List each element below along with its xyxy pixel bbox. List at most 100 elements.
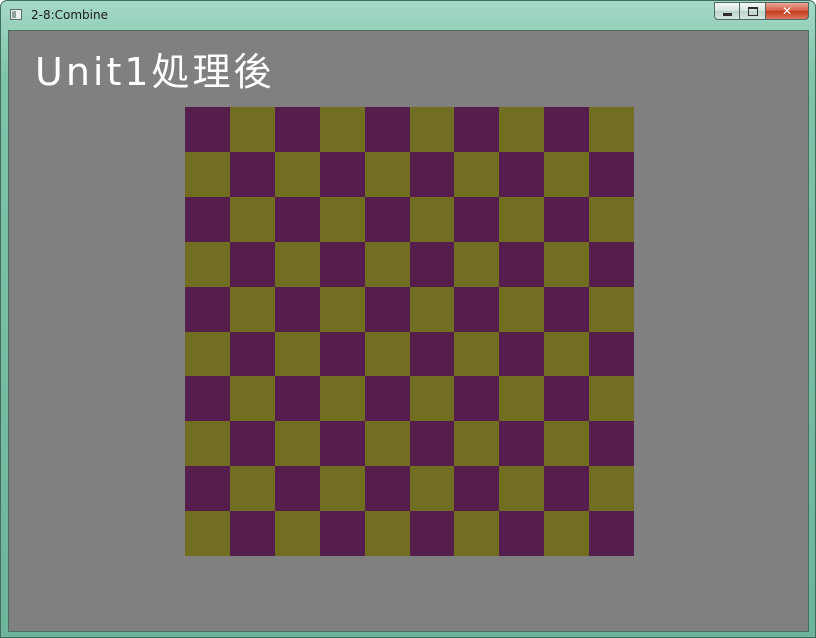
checker-cell bbox=[229, 241, 275, 287]
checker-cell bbox=[499, 331, 545, 377]
checker-cell bbox=[499, 196, 545, 242]
checker-cell bbox=[319, 196, 365, 242]
checker-cell bbox=[364, 511, 410, 556]
checker-cell bbox=[185, 466, 230, 512]
checker-cell bbox=[409, 151, 455, 197]
render-viewport[interactable]: Unit1処理後 bbox=[8, 30, 809, 632]
checker-cell bbox=[274, 241, 320, 287]
checker-cell bbox=[274, 286, 320, 332]
checker-cell bbox=[319, 376, 365, 422]
checker-cell bbox=[589, 376, 634, 422]
checker-cell bbox=[185, 241, 230, 287]
close-button[interactable]: ✕ bbox=[766, 2, 809, 20]
checker-cell bbox=[364, 421, 410, 467]
overlay-label: Unit1処理後 bbox=[35, 50, 275, 94]
checker-cell bbox=[589, 511, 634, 556]
checker-cell bbox=[454, 421, 500, 467]
checker-cell bbox=[544, 421, 590, 467]
checker-cell bbox=[274, 151, 320, 197]
window-title: 2-8:Combine bbox=[31, 8, 108, 22]
checker-cell bbox=[454, 466, 500, 512]
title-bar[interactable]: 2-8:Combine ✕ bbox=[1, 1, 815, 29]
minimize-icon bbox=[722, 12, 732, 16]
checker-cell bbox=[364, 241, 410, 287]
checker-cell bbox=[409, 107, 455, 152]
checker-cell bbox=[229, 466, 275, 512]
checker-cell bbox=[544, 376, 590, 422]
checker-cell bbox=[499, 107, 545, 152]
checker-cell bbox=[229, 511, 275, 556]
checker-cell bbox=[589, 331, 634, 377]
checker-cell bbox=[499, 466, 545, 512]
checker-cell bbox=[544, 196, 590, 242]
checker-cell bbox=[185, 511, 230, 556]
checker-cell bbox=[454, 151, 500, 197]
checker-cell bbox=[454, 286, 500, 332]
checker-cell bbox=[229, 421, 275, 467]
checker-cell bbox=[274, 466, 320, 512]
checker-cell bbox=[409, 331, 455, 377]
checker-cell bbox=[364, 286, 410, 332]
caption-buttons: ✕ bbox=[714, 2, 809, 21]
checker-cell bbox=[589, 196, 634, 242]
checker-cell bbox=[544, 241, 590, 287]
checker-cell bbox=[185, 107, 230, 152]
minimize-button[interactable] bbox=[714, 2, 740, 20]
checker-cell bbox=[499, 376, 545, 422]
checker-cell bbox=[319, 107, 365, 152]
checker-cell bbox=[454, 376, 500, 422]
checker-cell bbox=[454, 511, 500, 556]
checker-cell bbox=[409, 286, 455, 332]
checker-cell bbox=[589, 151, 634, 197]
checker-cell bbox=[589, 107, 634, 152]
checker-cell bbox=[229, 107, 275, 152]
checker-cell bbox=[454, 107, 500, 152]
checker-cell bbox=[499, 286, 545, 332]
app-icon[interactable] bbox=[10, 9, 22, 20]
checker-cell bbox=[274, 331, 320, 377]
checker-cell bbox=[185, 376, 230, 422]
checker-cell bbox=[589, 241, 634, 287]
checker-cell bbox=[364, 466, 410, 512]
checker-cell bbox=[229, 196, 275, 242]
checker-cell bbox=[499, 421, 545, 467]
checker-cell bbox=[364, 151, 410, 197]
checker-cell bbox=[589, 421, 634, 467]
checker-cell bbox=[454, 331, 500, 377]
checker-cell bbox=[364, 331, 410, 377]
checker-cell bbox=[319, 511, 365, 556]
checker-cell bbox=[364, 376, 410, 422]
checker-cell bbox=[499, 511, 545, 556]
checker-cell bbox=[364, 196, 410, 242]
close-icon: ✕ bbox=[781, 4, 793, 18]
checker-cell bbox=[409, 421, 455, 467]
checker-cell bbox=[185, 331, 230, 377]
checker-cell bbox=[409, 466, 455, 512]
checker-cell bbox=[409, 196, 455, 242]
checker-cell bbox=[319, 421, 365, 467]
checker-cell bbox=[499, 151, 545, 197]
checker-cell bbox=[185, 286, 230, 332]
checker-cell bbox=[274, 421, 320, 467]
checker-cell bbox=[409, 376, 455, 422]
checker-cell bbox=[185, 196, 230, 242]
checker-cell bbox=[229, 376, 275, 422]
checker-cell bbox=[319, 466, 365, 512]
maximize-icon bbox=[747, 6, 758, 16]
checker-cell bbox=[589, 466, 634, 512]
maximize-button[interactable] bbox=[740, 2, 766, 20]
checkerboard bbox=[185, 107, 634, 556]
checker-cell bbox=[454, 196, 500, 242]
checker-cell bbox=[544, 331, 590, 377]
checker-cell bbox=[544, 151, 590, 197]
checker-cell bbox=[544, 286, 590, 332]
checker-cell bbox=[544, 511, 590, 556]
checker-cell bbox=[319, 331, 365, 377]
checker-cell bbox=[499, 241, 545, 287]
checker-cell bbox=[274, 511, 320, 556]
checker-cell bbox=[544, 466, 590, 512]
checker-cell bbox=[229, 286, 275, 332]
checker-cell bbox=[185, 421, 230, 467]
checker-cell bbox=[274, 376, 320, 422]
checker-cell bbox=[454, 241, 500, 287]
